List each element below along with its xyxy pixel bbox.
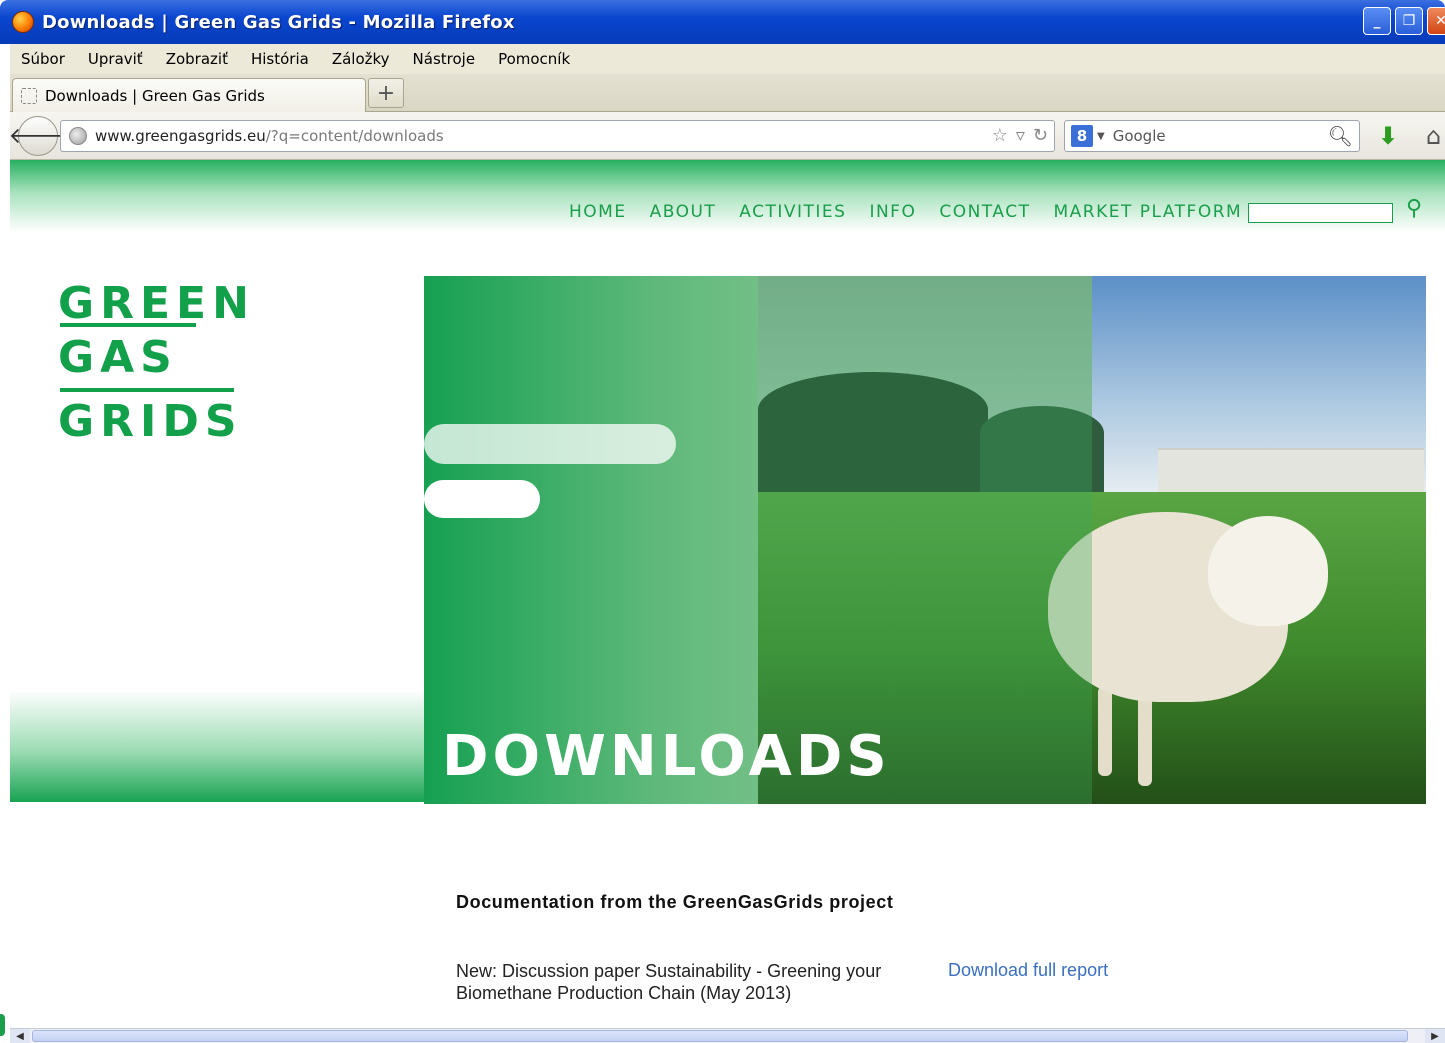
tab-downloads[interactable]: Downloads | Green Gas Grids (12, 78, 366, 112)
nav-contact[interactable]: CONTACT (939, 202, 1030, 222)
logo-bar-top (60, 323, 196, 327)
download-report-link[interactable]: Download full report (948, 960, 1108, 981)
firefox-logo-icon (12, 11, 34, 33)
url-host: www.greengasgrids.eu (95, 127, 266, 145)
window-title: Downloads | Green Gas Grids - Mozilla Fi… (42, 11, 515, 33)
logo-word-grids: GRIDS (58, 396, 243, 447)
logo-bar-middle (60, 388, 234, 392)
menu-file[interactable]: Súbor (21, 50, 65, 68)
back-button[interactable]: 🡐 (9, 116, 68, 156)
home-icon[interactable]: ⌂ (1426, 122, 1441, 150)
magnifier-icon[interactable]: 🔍︎ (1328, 124, 1353, 148)
horizontal-scrollbar[interactable]: ◀ ▶ (10, 1028, 1445, 1043)
page-content: HOME ABOUT ACTIVITIES INFO CONTACT MARKE… (10, 160, 1445, 1028)
bookmark-star-icon[interactable]: ☆ (992, 125, 1008, 146)
sheep-head (1208, 516, 1328, 626)
history-dropdown-icon[interactable]: ▿ (1016, 125, 1025, 146)
search-placeholder: Google (1112, 127, 1166, 145)
reload-icon[interactable]: ↻ (1033, 125, 1048, 146)
url-text[interactable]: www.greengasgrids.eu/?q=content/download… (95, 127, 444, 145)
search-engine-dropdown-icon[interactable]: ▼ (1097, 131, 1105, 142)
window-titlebar: Downloads | Green Gas Grids - Mozilla Fi… (0, 0, 1445, 44)
site-search-input[interactable] (1248, 203, 1393, 223)
menu-view[interactable]: Zobraziť (166, 50, 228, 68)
menu-edit[interactable]: Upraviť (88, 50, 143, 68)
logo-word-gas: GAS (58, 332, 178, 383)
scroll-left-icon[interactable]: ◀ (10, 1029, 30, 1043)
search-bar[interactable]: 8 ▼ Google 🔍︎ (1064, 120, 1360, 152)
nav-about[interactable]: ABOUT (650, 202, 717, 222)
back-arrow-icon: 🡐 (8, 124, 68, 149)
url-bar[interactable]: www.greengasgrids.eu/?q=content/download… (60, 120, 1055, 152)
page-favicon-icon (21, 87, 37, 104)
hero-stripe-long (424, 424, 676, 464)
tab-label: Downloads | Green Gas Grids (45, 86, 265, 105)
nav-activities[interactable]: ACTIVITIES (739, 202, 846, 222)
menu-bookmarks[interactable]: Záložky (332, 50, 390, 68)
concrete-wall (1158, 448, 1424, 494)
site-identity-icon[interactable] (69, 127, 87, 145)
hero-stripe-short (424, 480, 540, 518)
nav-market-platform[interactable]: MARKET PLATFORM (1053, 202, 1242, 222)
window-left-edge (0, 44, 10, 1043)
tab-strip: Downloads | Green Gas Grids + (10, 74, 1445, 112)
search-engine-icon[interactable]: 8 (1071, 125, 1093, 147)
hero-title: DOWNLOADS (442, 724, 891, 789)
navigation-toolbar: 🡐 www.greengasgrids.eu/?q=content/downlo… (9, 112, 1445, 160)
document-description: New: Discussion paper Sustainability - G… (456, 961, 882, 1003)
nav-home[interactable]: HOME (569, 202, 627, 222)
menu-tools[interactable]: Nástroje (413, 50, 476, 68)
minimize-button[interactable]: _ (1363, 7, 1391, 35)
site-navigation: HOME ABOUT ACTIVITIES INFO CONTACT MARKE… (569, 202, 1242, 222)
hero-banner: DOWNLOADS (424, 276, 1426, 804)
new-tab-button[interactable]: + (368, 78, 404, 108)
menu-help[interactable]: Pomocník (498, 50, 570, 68)
close-button[interactable]: ✕ (1427, 7, 1445, 35)
url-bar-icons: ☆ ▿ ↻ (992, 125, 1048, 146)
download-arrow-icon[interactable]: ⬇ (1378, 122, 1398, 150)
sheep-leg (1098, 686, 1112, 776)
side-gradient-band (10, 690, 425, 802)
sheep-leg (1138, 696, 1152, 786)
scroll-right-icon[interactable]: ▶ (1425, 1029, 1445, 1043)
menu-history[interactable]: História (251, 50, 309, 68)
logo-word-green: GREEN (58, 278, 255, 329)
url-path: /?q=content/downloads (265, 127, 444, 145)
site-search-icon[interactable]: ⚲ (1406, 196, 1422, 221)
scrollbar-thumb[interactable] (32, 1030, 1408, 1042)
nav-info[interactable]: INFO (869, 202, 916, 222)
section-heading: Documentation from the GreenGasGrids pro… (456, 892, 894, 912)
site-logo[interactable]: GREEN GAS GRIDS (58, 278, 249, 448)
window-controls: _ ❐ ✕ (1363, 7, 1445, 35)
maximize-button[interactable]: ❐ (1395, 7, 1423, 35)
window-edge-marker (0, 1014, 5, 1036)
menu-bar: Súbor Upraviť Zobraziť História Záložky … (10, 44, 1445, 74)
